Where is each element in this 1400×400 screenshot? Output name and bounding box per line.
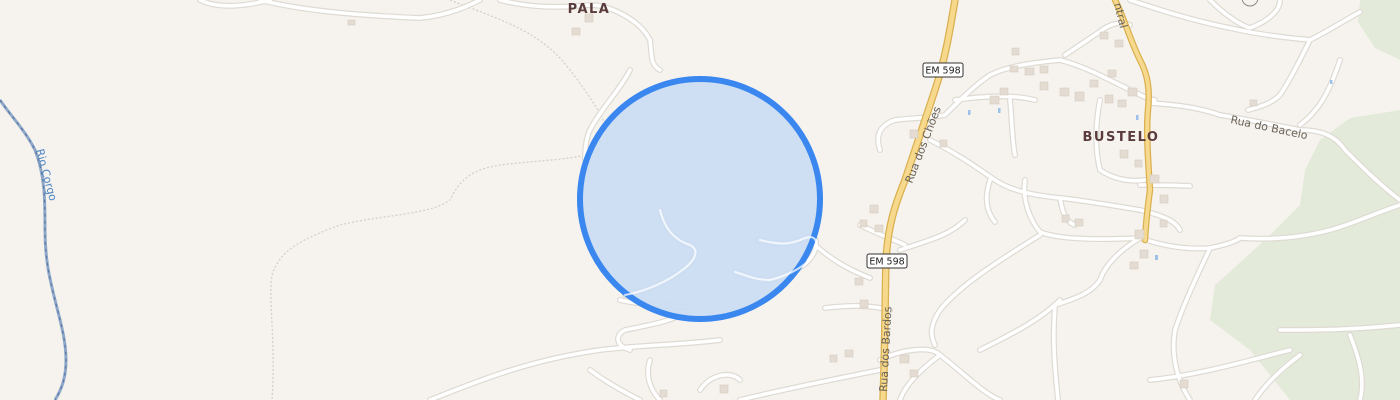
- map-svg: Rio Corgo PALA BUSTELO Rua dos Chões Rua…: [0, 0, 1400, 400]
- svg-text:EM 598: EM 598: [925, 66, 960, 77]
- svg-text:EM 598: EM 598: [869, 257, 904, 268]
- map-canvas[interactable]: Rio Corgo PALA BUSTELO Rua dos Chões Rua…: [0, 0, 1400, 400]
- forest-area: [1210, 110, 1400, 400]
- location-accuracy-circle[interactable]: [577, 76, 823, 322]
- road-shield: EM 598: [866, 253, 908, 269]
- river-label: Rio Corgo: [33, 147, 59, 202]
- street-label-rua-dos-bardos: Rua dos Bardos: [877, 306, 894, 392]
- road-shield: EM 598: [922, 62, 964, 78]
- place-label-pala: PALA: [568, 2, 611, 17]
- place-label-bustelo: BUSTELO: [1083, 130, 1160, 145]
- poi-marker-icon: [1241, 0, 1259, 7]
- forest-area: [1358, 0, 1400, 60]
- river-line: [0, 99, 68, 400]
- street-label-rua-do-bacelo: Rua do Bacelo: [1229, 113, 1309, 142]
- trail-path: [270, 0, 609, 400]
